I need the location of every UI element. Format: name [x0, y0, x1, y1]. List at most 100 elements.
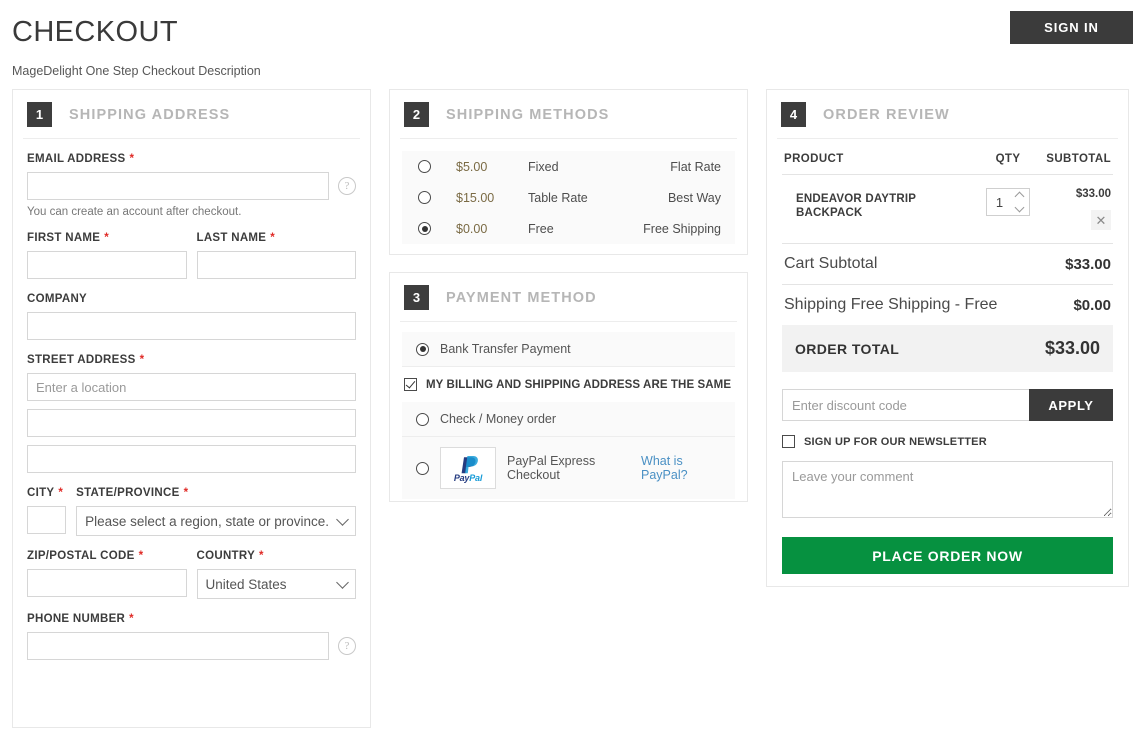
shipping-method-radio[interactable] — [418, 160, 431, 173]
shipping-method-row[interactable]: $15.00 Table Rate Best Way — [402, 182, 735, 213]
newsletter-label: SIGN UP FOR OUR NEWSLETTER — [804, 435, 987, 448]
order-item-name: ENDEAVOR DAYTRIP BACKPACK — [796, 193, 916, 220]
what-is-paypal-link[interactable]: What is PayPal? — [641, 454, 721, 482]
shipping-method-price: $0.00 — [456, 221, 488, 236]
shipping-total-value: $0.00 — [1073, 296, 1111, 314]
remove-item-button[interactable]: ✕ — [1091, 210, 1111, 230]
sign-in-button[interactable]: SIGN IN — [1010, 11, 1133, 44]
shipping-methods-panel: 2 SHIPPING METHODS $5.00 Fixed Flat Rate… — [389, 89, 748, 255]
help-icon[interactable]: ? — [338, 637, 356, 655]
billing-same-row[interactable]: MY BILLING AND SHIPPING ADDRESS ARE THE … — [402, 367, 735, 402]
column-subtotal: SUBTOTAL — [1046, 153, 1111, 165]
zip-input[interactable] — [27, 569, 187, 597]
country-select-wrapper: United States — [196, 569, 356, 599]
newsletter-row[interactable]: SIGN UP FOR OUR NEWSLETTER — [782, 435, 1113, 448]
order-item-subtotal: $33.00 — [1075, 188, 1111, 200]
page-description: MageDelight One Step Checkout Descriptio… — [12, 64, 261, 78]
shipping-method-row[interactable]: $0.00 Free Free Shipping — [402, 213, 735, 244]
payment-option-check-money-order[interactable]: Check / Money order — [402, 402, 735, 437]
phone-input[interactable] — [27, 632, 329, 660]
email-field-row: ? — [27, 172, 356, 200]
shipping-address-body: EMAIL ADDRESS * ? You can create an accou… — [13, 139, 370, 676]
order-review-panel: 4 ORDER REVIEW PRODUCT QTY SUBTOTAL ENDE… — [766, 89, 1129, 587]
shipping-total-row: Shipping Free Shipping - Free $0.00 — [782, 285, 1113, 325]
shipping-method-radio[interactable] — [418, 222, 431, 235]
company-input[interactable] — [27, 312, 356, 340]
qty-value[interactable]: 1 — [987, 195, 1012, 210]
payment-method-title: PAYMENT METHOD — [446, 289, 597, 306]
cart-subtotal-label: Cart Subtotal — [784, 255, 878, 272]
state-select-wrapper: Please select a region, state or provinc… — [76, 506, 356, 536]
city-input[interactable] — [27, 506, 67, 534]
street-line3-input[interactable] — [27, 445, 356, 473]
payment-method-panel: 3 PAYMENT METHOD Bank Transfer Payment M… — [389, 272, 748, 502]
order-review-title: ORDER REVIEW — [823, 106, 950, 123]
street-line1-input[interactable] — [27, 373, 356, 401]
order-review-header: 4 ORDER REVIEW — [777, 90, 1118, 139]
state-label: STATE/PROVINCE * — [76, 487, 189, 499]
order-item-subtotal-cell: $33.00 ✕ — [1045, 188, 1111, 230]
order-table-header: PRODUCT QTY SUBTOTAL — [782, 141, 1113, 175]
paypal-logo-icon: PayPal — [440, 447, 496, 489]
state-select[interactable]: Please select a region, state or provinc… — [76, 506, 356, 536]
first-name-input[interactable] — [27, 251, 187, 279]
order-total-value: $33.00 — [1044, 338, 1100, 358]
check-money-label: Check / Money order — [440, 412, 557, 426]
payment-option-bank-transfer[interactable]: Bank Transfer Payment — [402, 332, 735, 367]
shipping-method-radio[interactable] — [418, 191, 431, 204]
email-hint: You can create an account after checkout… — [27, 206, 242, 218]
street-label: STREET ADDRESS * — [27, 354, 145, 366]
checkout-page: CHECKOUT MageDelight One Step Checkout D… — [0, 0, 1143, 739]
shipping-method-name: Table Rate — [528, 190, 588, 205]
payment-option-paypal[interactable]: PayPal PayPal Express Checkout What is P… — [402, 437, 735, 499]
shipping-methods-header: 2 SHIPPING METHODS — [400, 90, 737, 139]
company-label: COMPANY — [27, 293, 88, 305]
shipping-method-name: Free — [528, 221, 554, 236]
order-review-body: PRODUCT QTY SUBTOTAL ENDEAVOR DAYTRIP BA… — [767, 139, 1128, 589]
billing-same-checkbox[interactable] — [404, 378, 417, 391]
check-money-radio[interactable] — [416, 412, 429, 426]
step-badge-3: 3 — [404, 285, 429, 310]
zip-label: ZIP/POSTAL CODE * — [27, 550, 144, 562]
cart-subtotal-value: $33.00 — [1065, 255, 1111, 273]
qty-stepper[interactable]: 1 — [986, 188, 1030, 216]
billing-same-label: MY BILLING AND SHIPPING ADDRESS ARE THE … — [426, 378, 732, 391]
bank-transfer-radio[interactable] — [416, 342, 429, 356]
chevron-up-icon[interactable] — [1014, 191, 1024, 202]
paypal-radio[interactable] — [416, 461, 429, 475]
shipping-methods-list: $5.00 Fixed Flat Rate $15.00 Table Rate … — [402, 151, 735, 244]
help-icon[interactable]: ? — [338, 177, 356, 195]
shipping-method-price: $5.00 — [456, 159, 488, 174]
email-input[interactable] — [27, 172, 329, 200]
country-select[interactable]: United States — [196, 569, 356, 599]
discount-code-row: APPLY — [782, 389, 1113, 421]
apply-discount-button[interactable]: APPLY — [1029, 389, 1113, 421]
first-name-label: FIRST NAME * — [27, 232, 110, 244]
bank-transfer-label: Bank Transfer Payment — [440, 342, 571, 356]
city-label: CITY * — [27, 487, 64, 499]
last-name-input[interactable] — [196, 251, 356, 279]
shipping-methods-title: SHIPPING METHODS — [446, 106, 610, 123]
order-item-qty-cell: 1 — [971, 188, 1045, 216]
shipping-method-price: $15.00 — [456, 190, 495, 205]
chevron-down-icon[interactable] — [1014, 202, 1024, 213]
payment-method-body: Bank Transfer Payment MY BILLING AND SHI… — [390, 322, 747, 511]
step-badge-1: 1 — [27, 102, 52, 127]
column-product: PRODUCT — [784, 153, 844, 165]
city-state-row: CITY * STATE/PROVINCE * Please select a re… — [27, 487, 356, 536]
name-row: FIRST NAME * LAST NAME * — [27, 232, 356, 279]
shipping-address-header: 1 SHIPPING ADDRESS — [23, 90, 360, 139]
email-label: EMAIL ADDRESS * — [27, 153, 135, 165]
paypal-label: PayPal Express Checkout — [507, 454, 596, 482]
place-order-button[interactable]: PLACE ORDER NOW — [782, 537, 1113, 574]
shipping-method-row[interactable]: $5.00 Fixed Flat Rate — [402, 151, 735, 182]
shipping-carrier-name: Best Way — [667, 190, 721, 205]
discount-code-input[interactable] — [782, 389, 1029, 421]
street-line2-input[interactable] — [27, 409, 356, 437]
newsletter-checkbox[interactable] — [782, 435, 795, 448]
paypal-wordmark: PayPal — [453, 472, 483, 483]
shipping-methods-body: $5.00 Fixed Flat Rate $15.00 Table Rate … — [390, 139, 747, 258]
order-comment-textarea[interactable] — [782, 461, 1113, 518]
phone-field-row: ? — [27, 632, 356, 660]
order-total-label: ORDER TOTAL — [795, 340, 900, 357]
